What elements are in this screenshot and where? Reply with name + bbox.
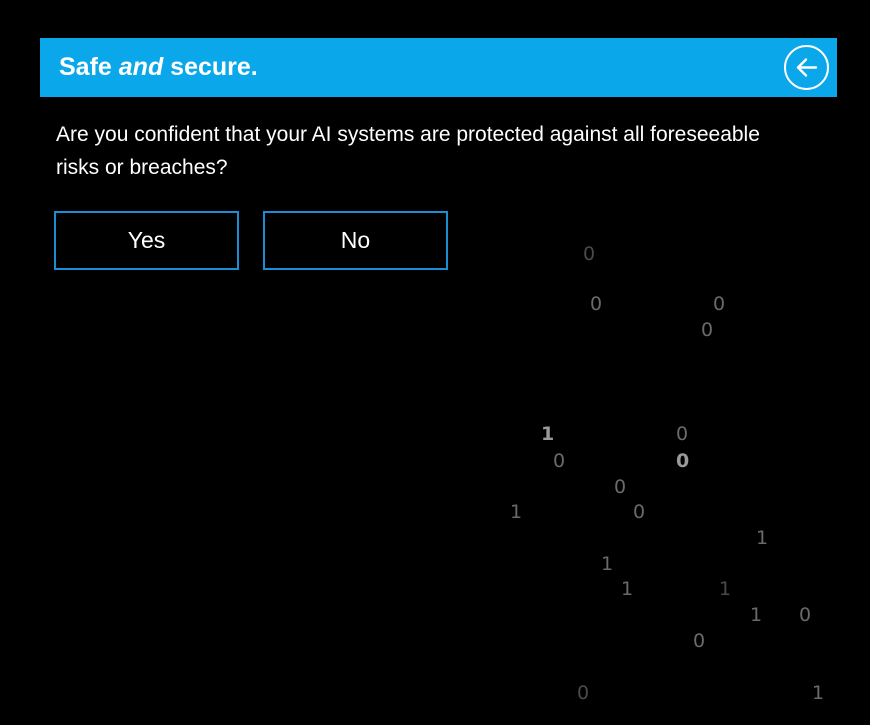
title-prefix: Safe bbox=[59, 53, 119, 81]
binary-digit: 0 bbox=[577, 682, 590, 704]
page-title: Safe and secure. bbox=[59, 38, 258, 97]
binary-digit: 0 bbox=[693, 630, 706, 652]
binary-digit: 0 bbox=[676, 450, 690, 472]
binary-digit: 1 bbox=[601, 553, 614, 575]
binary-digit: 1 bbox=[812, 682, 825, 704]
title-suffix: secure. bbox=[163, 53, 258, 81]
binary-digit: 1 bbox=[621, 578, 634, 600]
binary-digit: 1 bbox=[541, 423, 555, 445]
binary-digit: 0 bbox=[553, 450, 566, 472]
header-bar: Safe and secure. bbox=[40, 38, 837, 97]
binary-digit: 0 bbox=[614, 476, 627, 498]
no-button[interactable]: No bbox=[263, 211, 448, 270]
binary-digit: 0 bbox=[799, 604, 812, 626]
binary-digit: 0 bbox=[701, 319, 714, 341]
binary-digit: 1 bbox=[510, 501, 523, 523]
binary-digit: 1 bbox=[719, 578, 732, 600]
binary-digit: 0 bbox=[583, 243, 596, 265]
back-button[interactable] bbox=[784, 45, 829, 90]
binary-digit: 0 bbox=[633, 501, 646, 523]
question-text: Are you confident that your AI systems a… bbox=[56, 123, 760, 179]
binary-digit: 0 bbox=[713, 293, 726, 315]
arrow-left-icon bbox=[796, 58, 818, 77]
yes-button[interactable]: Yes bbox=[54, 211, 239, 270]
binary-digit: 0 bbox=[590, 293, 603, 315]
quiz-screen: Safe and secure. Are you confident that … bbox=[0, 0, 870, 725]
title-emphasis: and bbox=[118, 53, 164, 81]
binary-digit: 1 bbox=[750, 604, 763, 626]
binary-digit: 0 bbox=[676, 423, 689, 445]
binary-digit: 1 bbox=[756, 527, 769, 549]
